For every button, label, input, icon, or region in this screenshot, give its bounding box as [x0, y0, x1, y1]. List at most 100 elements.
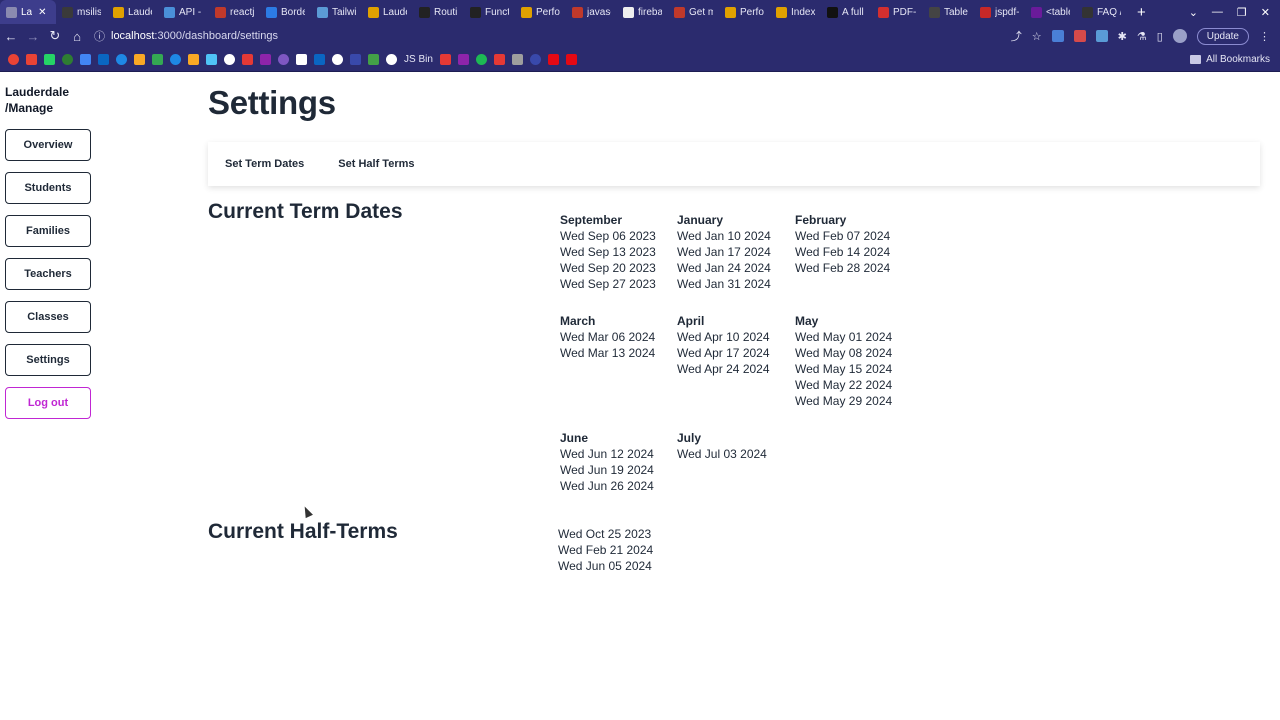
- menu-icon[interactable]: ⋮: [1259, 30, 1270, 43]
- extension-icon[interactable]: [1095, 30, 1108, 42]
- bookmark-icon[interactable]: [80, 54, 91, 65]
- bookmark-icon[interactable]: [475, 54, 487, 65]
- month-block: June Wed Jun 12 2024 Wed Jun 19 2024 Wed Ju…: [560, 430, 675, 494]
- term-date: Wed Jun 26 2024: [560, 479, 654, 493]
- bookmark-icon[interactable]: [8, 54, 19, 65]
- browser-tab[interactable]: Laude: [362, 0, 413, 24]
- bookmark-icon[interactable]: [350, 54, 361, 65]
- bookmark-icon[interactable]: [296, 54, 307, 65]
- bookmark-icon[interactable]: [529, 54, 541, 65]
- tab-label: Laude: [383, 6, 407, 18]
- bookmark-icon[interactable]: [278, 54, 289, 65]
- sidebar-item-students[interactable]: Students: [5, 172, 91, 204]
- new-tab-button[interactable]: +: [1127, 4, 1156, 21]
- update-button[interactable]: Update: [1196, 27, 1249, 45]
- close-tab-icon[interactable]: ✕: [38, 7, 46, 18]
- bookmark-star-icon[interactable]: ☆: [1032, 30, 1042, 43]
- browser-tab[interactable]: Perfo: [719, 0, 770, 24]
- bookmark-icon[interactable]: [116, 54, 127, 65]
- extension-icon[interactable]: [1051, 30, 1064, 42]
- home-icon[interactable]: ⌂: [66, 29, 88, 44]
- browser-tab[interactable]: PDF-L: [872, 0, 923, 24]
- address-bar[interactable]: ⓘ localhost:3000/dashboard/settings: [94, 25, 1011, 47]
- bookmark-icon[interactable]: [44, 54, 55, 65]
- browser-tab[interactable]: Index: [770, 0, 821, 24]
- toolbar-icons: ⤴ ☆ ✱ ⚗ ▯ Update ⋮: [1011, 27, 1280, 45]
- half-term-date: Wed Oct 25 2023: [558, 527, 652, 541]
- favicon-icon: [1082, 6, 1093, 18]
- extension-icon[interactable]: [1073, 30, 1086, 42]
- term-date: Wed May 15 2024: [795, 362, 893, 376]
- browser-tab[interactable]: fireba: [617, 0, 668, 24]
- browser-tab[interactable]: FAQ /: [1076, 0, 1127, 24]
- tab-search-icon[interactable]: ⌄: [1189, 6, 1198, 19]
- browser-tab[interactable]: jspdf-: [974, 0, 1025, 24]
- bookmark-icon[interactable]: [170, 54, 181, 65]
- browser-tab[interactable]: msilis: [56, 0, 107, 24]
- bookmark-icon[interactable]: [152, 54, 163, 65]
- bookmark-icon[interactable]: [260, 54, 271, 65]
- sidebar-item-classes[interactable]: Classes: [5, 301, 91, 333]
- browser-tab[interactable]: Borde: [260, 0, 311, 24]
- bookmark-icon[interactable]: [457, 54, 469, 65]
- share-icon[interactable]: ⤴: [1011, 28, 1022, 44]
- favicon-icon: [929, 6, 940, 18]
- sidebar-item-families[interactable]: Families: [5, 215, 91, 247]
- bookmark-icon[interactable]: [26, 54, 37, 65]
- browser-tab[interactable]: <table: [1025, 0, 1076, 24]
- bookmark-icon[interactable]: [206, 54, 217, 65]
- bookmark-icon[interactable]: [134, 54, 145, 65]
- browser-tab[interactable]: La ✕: [0, 0, 56, 24]
- tab-set-half-terms[interactable]: Set Half Terms: [338, 158, 414, 170]
- favicon-icon: [827, 6, 838, 18]
- bookmark-icon[interactable]: [439, 54, 451, 65]
- browser-tab[interactable]: Get m: [668, 0, 719, 24]
- bookmark-icon[interactable]: [332, 54, 343, 65]
- browser-tab[interactable]: Table: [923, 0, 974, 24]
- close-window-icon[interactable]: ✕: [1261, 6, 1270, 19]
- bookmark-icon[interactable]: [188, 54, 199, 65]
- browser-tab[interactable]: Tailwi: [311, 0, 362, 24]
- puzzle-icon[interactable]: ✱: [1118, 30, 1127, 43]
- bookmark-icon[interactable]: [547, 54, 559, 65]
- month-name: April: [677, 314, 705, 328]
- bookmark-icon[interactable]: [511, 54, 523, 65]
- bookmark-jsbin[interactable]: JS Bin: [404, 54, 433, 65]
- browser-tab[interactable]: API - F: [158, 0, 209, 24]
- sidebar-item-overview[interactable]: Overview: [5, 129, 91, 161]
- reload-icon[interactable]: ↻: [44, 28, 66, 44]
- browser-tab[interactable]: Functi: [464, 0, 515, 24]
- bookmark-icon[interactable]: [493, 54, 505, 65]
- term-date: Wed May 01 2024: [795, 330, 893, 344]
- bookmark-icon[interactable]: [242, 54, 253, 65]
- all-bookmarks[interactable]: All Bookmarks: [1190, 54, 1280, 65]
- bookmark-icon[interactable]: [314, 54, 325, 65]
- browser-tab[interactable]: reactj: [209, 0, 260, 24]
- browser-tab[interactable]: javasc: [566, 0, 617, 24]
- browser-tab[interactable]: A full: [821, 0, 872, 24]
- bookmark-icon[interactable]: [98, 54, 109, 65]
- tab-set-term-dates[interactable]: Set Term Dates: [225, 158, 304, 170]
- bookmark-icon[interactable]: [565, 54, 577, 65]
- bookmark-icon[interactable]: [224, 54, 235, 65]
- site-info-icon[interactable]: ⓘ: [94, 28, 105, 44]
- bookmark-icon[interactable]: [62, 54, 73, 65]
- tab-label: jspdf-: [995, 6, 1019, 18]
- profile-avatar[interactable]: [1172, 29, 1187, 43]
- browser-tab[interactable]: Laude: [107, 0, 158, 24]
- bookmark-icon[interactable]: [386, 54, 397, 65]
- side-panel-icon[interactable]: ▯: [1157, 30, 1163, 43]
- sidebar-item-settings[interactable]: Settings: [5, 344, 91, 376]
- sidebar-item-teachers[interactable]: Teachers: [5, 258, 91, 290]
- bookmark-icon[interactable]: [368, 54, 379, 65]
- back-icon[interactable]: ←: [0, 29, 22, 44]
- minimize-icon[interactable]: —: [1212, 6, 1223, 19]
- flask-icon[interactable]: ⚗: [1137, 30, 1147, 43]
- logout-button[interactable]: Log out: [5, 387, 91, 419]
- browser-tab[interactable]: Perfo: [515, 0, 566, 24]
- forward-icon[interactable]: →: [22, 29, 44, 44]
- term-date: Wed May 22 2024: [795, 378, 893, 392]
- browser-tab[interactable]: Routi: [413, 0, 464, 24]
- restore-icon[interactable]: ❐: [1237, 6, 1247, 19]
- brand-logo[interactable]: Lauderdale /Manage: [5, 84, 95, 116]
